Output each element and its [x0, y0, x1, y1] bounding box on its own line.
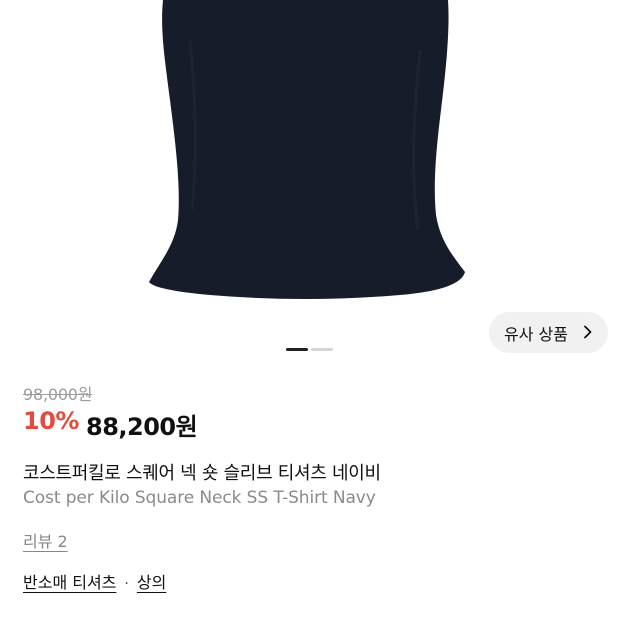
original-price: 98,000원 [23, 385, 93, 404]
similar-products-label: 유사 상품 [504, 324, 568, 344]
category-link-short-sleeve-tee[interactable]: 반소매 티셔츠 [23, 569, 116, 593]
sale-price: 88,200원 [86, 413, 198, 441]
similar-products-button[interactable]: 유사 상품 [489, 312, 608, 353]
category-separator: · [124, 576, 129, 592]
category-link-tops[interactable]: 상의 [137, 569, 166, 593]
product-name-korean: 코스트퍼킬로 스퀘어 넥 숏 슬리브 티셔츠 네이비 [23, 463, 381, 484]
carousel-indicator [286, 348, 333, 351]
chevron-right-icon [584, 325, 592, 339]
carousel-dot-2[interactable] [311, 348, 333, 351]
category-breadcrumb: 반소매 티셔츠 · 상의 [23, 569, 166, 593]
carousel-dot-1[interactable] [286, 348, 308, 351]
product-name-english: Cost per Kilo Square Neck SS T-Shirt Nav… [23, 488, 376, 508]
product-image[interactable] [0, 0, 620, 340]
reviews-link[interactable]: 리뷰 2 [23, 528, 68, 552]
navy-top-photo [149, 0, 465, 299]
discount-rate: 10% [23, 407, 79, 435]
